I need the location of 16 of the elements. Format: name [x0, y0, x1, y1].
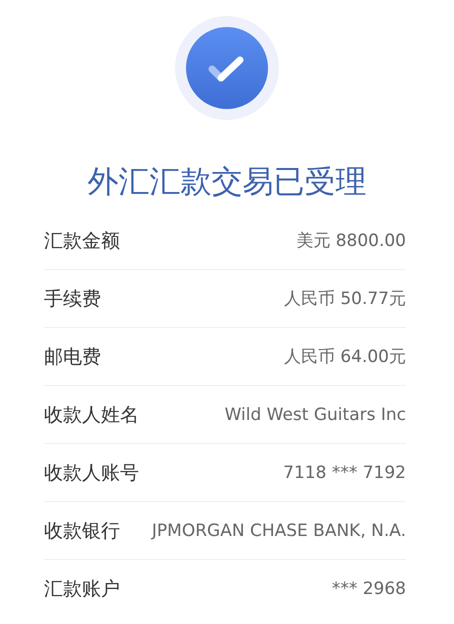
detail-value: 美元 8800.00	[296, 230, 406, 252]
detail-label: 邮电费	[44, 344, 101, 370]
detail-value: Wild West Guitars Inc	[224, 404, 406, 424]
success-check-icon	[173, 14, 281, 122]
status-title: 外汇汇款交易已受理	[86, 163, 368, 202]
detail-value: 7118 *** 7192	[283, 462, 406, 482]
detail-label: 汇款账户	[44, 576, 120, 602]
detail-value: *** 2968	[332, 578, 406, 598]
detail-value: JPMORGAN CHASE BANK, N.A.	[152, 520, 406, 540]
detail-label: 汇款金额	[44, 228, 120, 254]
detail-value: 人民币 50.77元	[284, 288, 406, 310]
detail-label: 收款人姓名	[44, 402, 139, 428]
detail-label: 手续费	[44, 286, 101, 312]
detail-label: 收款银行	[44, 518, 120, 544]
detail-label: 收款人账号	[44, 460, 139, 486]
detail-value: 人民币 64.00元	[284, 346, 406, 368]
